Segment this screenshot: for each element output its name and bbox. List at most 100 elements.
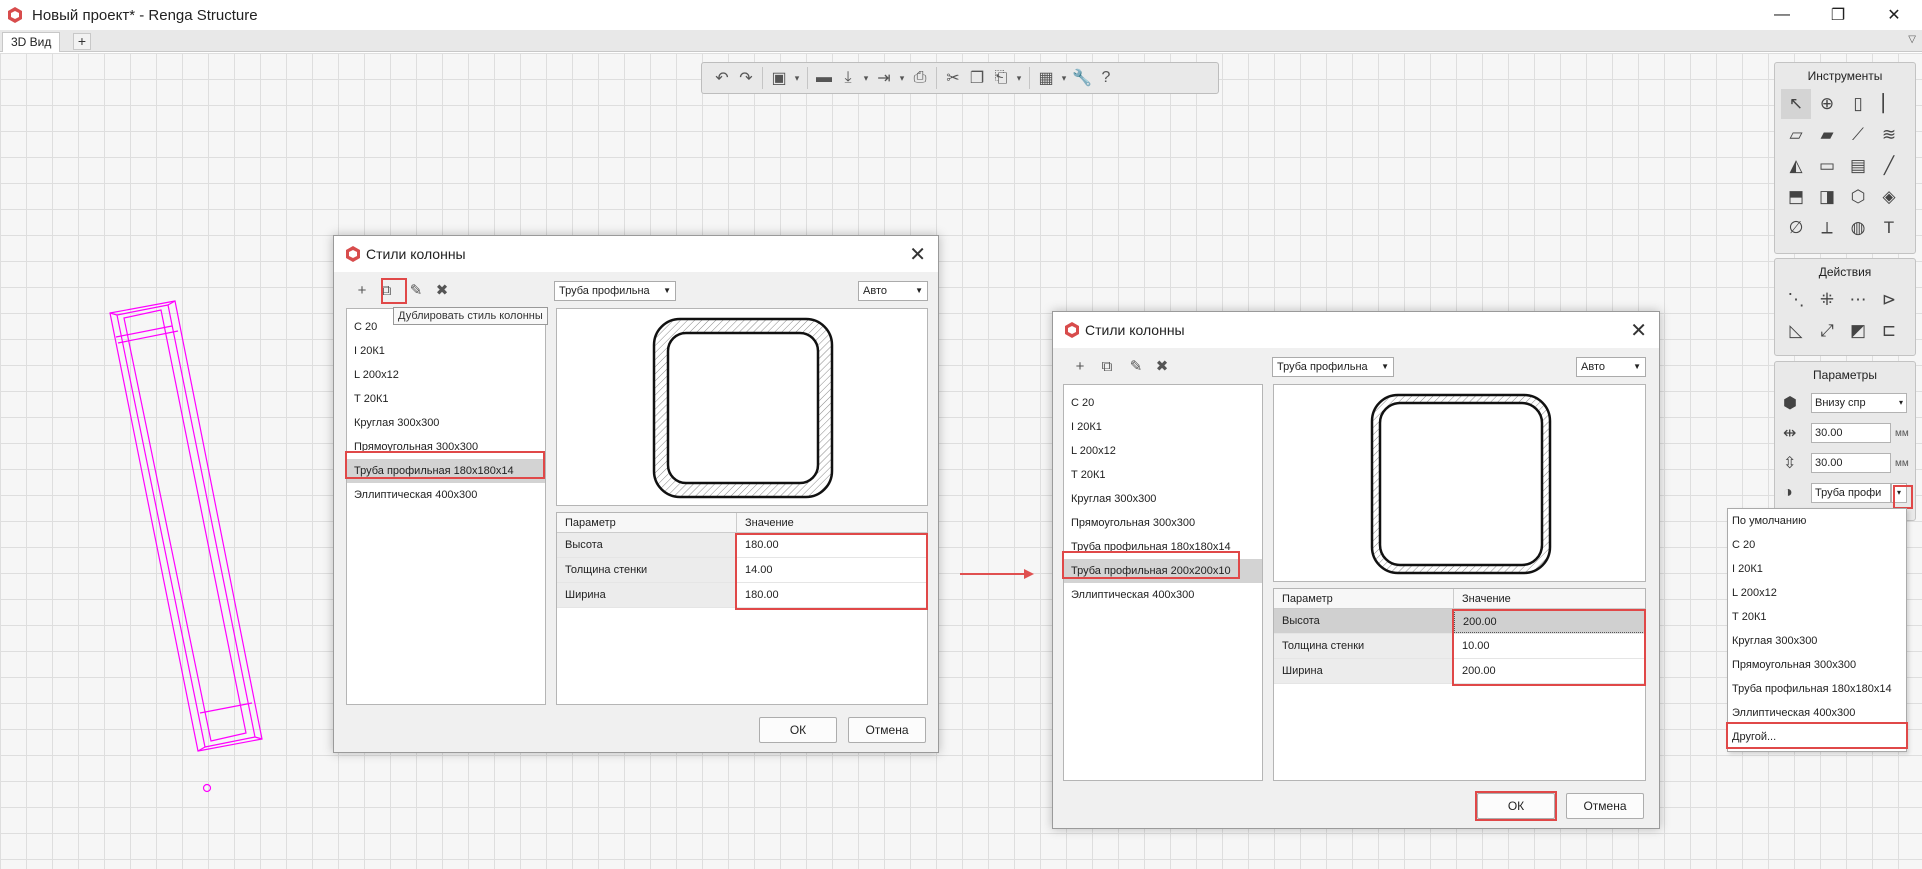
mirror-icon[interactable]: ⊳ bbox=[1874, 285, 1904, 315]
undo-icon[interactable]: ↶ bbox=[710, 66, 734, 90]
beam-icon[interactable]: ⟋ bbox=[1843, 120, 1873, 150]
param-value[interactable]: 180.00 bbox=[737, 533, 779, 557]
column-style-dropdown-button[interactable]: ▾ bbox=[1891, 483, 1907, 503]
cancel-button[interactable]: Отмена bbox=[1566, 793, 1644, 819]
dropdown-item[interactable]: Труба профильная 180х180х14 bbox=[1728, 677, 1906, 701]
add-icon[interactable]: + bbox=[351, 279, 373, 301]
scale-icon[interactable]: ⤢ bbox=[1812, 316, 1842, 346]
window-icon[interactable]: ▤ bbox=[1843, 151, 1873, 181]
list-item[interactable]: С 20 bbox=[1064, 391, 1262, 415]
redo-icon[interactable]: ↷ bbox=[734, 66, 758, 90]
dropdown-item[interactable]: Прямоугольная 300х300 bbox=[1728, 653, 1906, 677]
move-icon[interactable]: ⋱ bbox=[1781, 285, 1811, 315]
export-icon[interactable]: ⇥ bbox=[872, 66, 896, 90]
opening-icon[interactable]: ◨ bbox=[1812, 182, 1842, 212]
chevron-down-icon[interactable]: ▾ bbox=[860, 66, 872, 90]
ok-button[interactable]: ОК bbox=[759, 717, 837, 743]
profile-select[interactable]: Труба профильна ▼ bbox=[554, 281, 676, 301]
offset-y-input[interactable]: 30.00 bbox=[1811, 453, 1891, 473]
list-item[interactable]: I 20К1 bbox=[347, 339, 545, 363]
list-item[interactable]: Т 20К1 bbox=[347, 387, 545, 411]
help-icon[interactable]: ? bbox=[1094, 66, 1118, 90]
dropdown-item[interactable]: По умолчанию bbox=[1728, 509, 1906, 533]
chevron-down-icon[interactable]: ▾ bbox=[896, 66, 908, 90]
dropdown-item[interactable]: Круглая 300х300 bbox=[1728, 629, 1906, 653]
edit-icon[interactable]: ✎ bbox=[405, 279, 427, 301]
list-item[interactable]: Круглая 300х300 bbox=[1064, 487, 1262, 511]
tab-3d-view[interactable]: 3D Вид bbox=[2, 32, 61, 52]
floor-icon[interactable]: ▰ bbox=[1812, 120, 1842, 150]
list-item[interactable]: Труба профильная 180х180х14 bbox=[1064, 535, 1262, 559]
minimize-button[interactable]: — bbox=[1754, 0, 1810, 30]
param-value[interactable]: 10.00 bbox=[1454, 634, 1490, 658]
placement-select[interactable]: Внизу спр ▾ bbox=[1811, 393, 1907, 413]
add-tab-button[interactable]: + bbox=[73, 33, 91, 50]
delete-icon[interactable]: ✖ bbox=[431, 279, 453, 301]
offset-x-input[interactable]: 30.00 bbox=[1811, 423, 1891, 443]
select-cursor-icon[interactable]: ↖ bbox=[1781, 89, 1811, 119]
offset-icon[interactable]: ⊏ bbox=[1874, 316, 1904, 346]
list-item[interactable]: Эллиптическая 400х300 bbox=[347, 483, 545, 507]
dropdown-item-other[interactable]: Другой... bbox=[1728, 725, 1906, 749]
roof-icon[interactable]: ◭ bbox=[1781, 151, 1811, 181]
align-icon[interactable]: ◺ bbox=[1781, 316, 1811, 346]
chevron-down-icon[interactable]: ▾ bbox=[1058, 66, 1070, 90]
dropdown-item[interactable]: Эллиптическая 400х300 bbox=[1728, 701, 1906, 725]
stair-icon[interactable]: ≋ bbox=[1874, 120, 1904, 150]
chevron-down-icon[interactable]: ▾ bbox=[1013, 66, 1025, 90]
param-value[interactable]: 200.00 bbox=[1454, 659, 1496, 683]
ok-button[interactable]: ОК bbox=[1477, 793, 1555, 819]
chevron-down-icon[interactable]: ▾ bbox=[791, 66, 803, 90]
axis-icon[interactable]: ⟂ bbox=[1812, 213, 1842, 243]
close-icon[interactable]: ✕ bbox=[909, 242, 926, 267]
array-icon[interactable]: ⋯ bbox=[1843, 285, 1873, 315]
slab-icon[interactable]: ▱ bbox=[1781, 120, 1811, 150]
param-value[interactable]: 14.00 bbox=[737, 558, 773, 582]
list-item-selected[interactable]: Труба профильная 180х180х14 bbox=[347, 459, 545, 483]
list-item[interactable]: Круглая 300х300 bbox=[347, 411, 545, 435]
dropdown-item[interactable]: I 20К1 bbox=[1728, 557, 1906, 581]
list-item[interactable]: Прямоугольная 300х300 bbox=[347, 435, 545, 459]
door-icon[interactable]: ▭ bbox=[1812, 151, 1842, 181]
delete-icon[interactable]: ✖ bbox=[1151, 355, 1173, 377]
import-icon[interactable]: ⤓ bbox=[836, 66, 860, 90]
tab-menu-icon[interactable]: ▽ bbox=[1908, 34, 1916, 45]
list-item[interactable]: I 20К1 bbox=[1064, 415, 1262, 439]
copy-icon[interactable]: ❐ bbox=[965, 66, 989, 90]
cancel-button[interactable]: Отмена bbox=[848, 717, 926, 743]
list-item[interactable]: Т 20К1 bbox=[1064, 463, 1262, 487]
layers-icon[interactable]: ▦ bbox=[1034, 66, 1058, 90]
column-style-select[interactable]: Труба профи bbox=[1811, 483, 1891, 503]
profile-select[interactable]: Труба профильна ▼ bbox=[1272, 357, 1394, 377]
folder-icon[interactable]: ▬ bbox=[812, 66, 836, 90]
close-button[interactable]: ✕ bbox=[1866, 0, 1922, 30]
param-value[interactable]: 180.00 bbox=[737, 583, 779, 607]
list-item[interactable]: L 200х12 bbox=[1064, 439, 1262, 463]
wall-icon[interactable]: ▯ bbox=[1843, 89, 1873, 119]
hatch-icon[interactable]: ◍ bbox=[1843, 213, 1873, 243]
duplicate-icon[interactable]: ⧉ bbox=[1096, 355, 1118, 377]
list-item[interactable]: Эллиптическая 400х300 bbox=[1064, 583, 1262, 607]
mode-select[interactable]: Авто ▼ bbox=[1576, 357, 1646, 377]
rotate-icon[interactable]: ⁜ bbox=[1812, 285, 1842, 315]
dropdown-item[interactable]: С 20 bbox=[1728, 533, 1906, 557]
assembly-icon[interactable]: ◈ bbox=[1874, 182, 1904, 212]
paste-icon[interactable]: ⎗ bbox=[989, 66, 1013, 90]
wrench-icon[interactable]: 🔧 bbox=[1070, 66, 1094, 90]
mode-select[interactable]: Авто ▼ bbox=[858, 281, 928, 301]
maximize-button[interactable]: ❐ bbox=[1810, 0, 1866, 30]
foundation-icon[interactable]: ⬒ bbox=[1781, 182, 1811, 212]
print-icon[interactable]: ⎙ bbox=[908, 66, 932, 90]
list-item[interactable]: Прямоугольная 300х300 bbox=[1064, 511, 1262, 535]
list-item[interactable]: L 200х12 bbox=[347, 363, 545, 387]
dropdown-item[interactable]: L 200х12 bbox=[1728, 581, 1906, 605]
copy-objects-icon[interactable]: ◩ bbox=[1843, 316, 1873, 346]
element-icon[interactable]: ⬡ bbox=[1843, 182, 1873, 212]
angle-icon[interactable]: ∅ bbox=[1781, 213, 1811, 243]
dimension-icon[interactable]: ⊕ bbox=[1812, 89, 1842, 119]
add-icon[interactable]: + bbox=[1069, 355, 1091, 377]
param-value[interactable]: 200.00 bbox=[1454, 609, 1645, 633]
view-cube-icon[interactable]: ▣ bbox=[767, 66, 791, 90]
line-icon[interactable]: ╱ bbox=[1874, 151, 1904, 181]
close-icon[interactable]: ✕ bbox=[1630, 318, 1647, 343]
